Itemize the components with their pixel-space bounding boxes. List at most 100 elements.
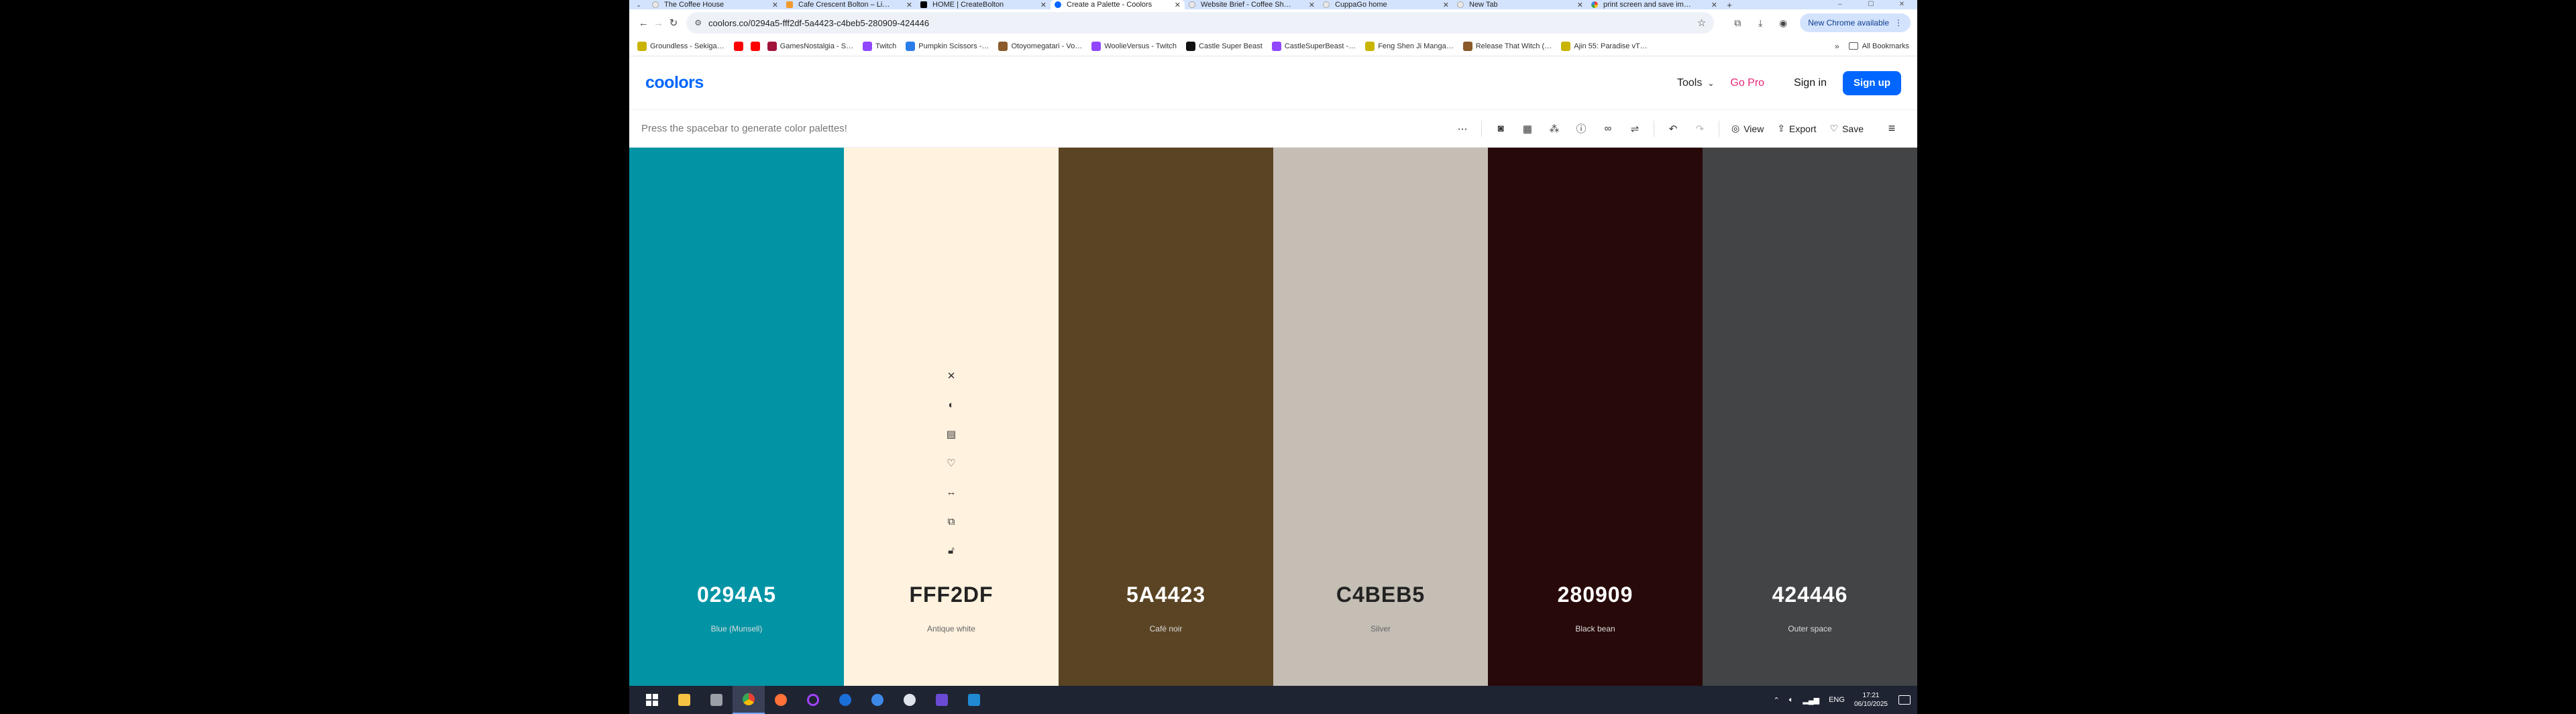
remove-color-icon[interactable]: ✕ — [947, 361, 956, 391]
profile-icon[interactable]: ◉ — [1772, 17, 1794, 29]
settings-sliders-icon[interactable]: ⇌ — [1621, 118, 1648, 140]
new-tab-button[interactable]: + — [1721, 0, 1737, 10]
color-hex-code[interactable]: 5A4423 — [1059, 582, 1273, 607]
color-name[interactable]: Silver — [1273, 624, 1488, 633]
redo-icon[interactable]: ↷ — [1686, 118, 1713, 140]
color-hex-code[interactable]: 280909 — [1488, 582, 1703, 607]
close-tab-icon[interactable]: ✕ — [1577, 1, 1583, 9]
browser-tab[interactable]: Cafe Crescent Bolton – Li… ✕ — [782, 0, 916, 9]
color-name[interactable]: Outer space — [1703, 624, 1917, 633]
browser-tab[interactable]: print screen and save im… ✕ — [1587, 0, 1721, 9]
bookmark-item[interactable]: Pumpkin Scissors -… — [906, 41, 989, 51]
color-name[interactable]: Black bean — [1488, 624, 1703, 633]
network-icon[interactable]: ▂▄▆ — [1803, 696, 1819, 705]
url-text[interactable]: coolors.co/0294a5-fff2df-5a4423-c4beb5-2… — [708, 18, 1697, 28]
close-tab-icon[interactable]: ✕ — [1711, 1, 1717, 9]
save-button[interactable]: ♡ Save — [1823, 118, 1870, 140]
more-menu-icon[interactable]: ⋮ — [1894, 18, 1902, 28]
undo-icon[interactable]: ↶ — [1660, 118, 1686, 140]
app-icon[interactable] — [700, 686, 733, 714]
shades-icon[interactable]: ▤ — [947, 419, 956, 449]
color-hex-code[interactable]: 0294A5 — [629, 582, 844, 607]
export-button[interactable]: ⇪ Export — [1770, 118, 1823, 140]
bookmark-item[interactable]: Otoyomegatari - Vo… — [998, 41, 1082, 51]
favorite-heart-icon[interactable]: ♡ — [947, 449, 955, 478]
volume-icon[interactable]: 🔈︎ — [1789, 696, 1794, 705]
close-window-icon[interactable]: ✕ — [1886, 0, 1917, 9]
maximize-icon[interactable]: ☐ — [1856, 0, 1886, 9]
browser-tab[interactable]: CuppaGo home ✕ — [1319, 0, 1453, 9]
color-swatch[interactable]: ✕ ◐ ▤ ♡ ↔ ⧉ 🔓︎ FFF2DF Antique white — [844, 148, 1059, 686]
close-tab-icon[interactable]: ✕ — [1175, 1, 1181, 9]
close-tab-icon[interactable]: ✕ — [1309, 1, 1315, 9]
more-bookmarks-icon[interactable]: » — [1835, 42, 1839, 51]
bookmark-item[interactable] — [750, 41, 763, 51]
close-tab-icon[interactable]: ✕ — [1040, 1, 1046, 9]
grid-icon[interactable]: ▦ — [1514, 118, 1541, 140]
sign-in-link[interactable]: Sign in — [1794, 77, 1827, 89]
bookmark-item[interactable]: Ajin 55: Paradise vT… — [1561, 41, 1648, 51]
browser-tab[interactable]: Website Brief - Coffee Sh… ✕ — [1185, 0, 1319, 9]
bookmark-item[interactable] — [733, 41, 747, 51]
vscode-icon[interactable] — [958, 686, 990, 714]
start-button[interactable] — [636, 686, 668, 714]
color-swatch[interactable]: 5A4423 Café noir — [1059, 148, 1273, 686]
chrome-update-button[interactable]: New Chrome available ⋮ — [1800, 13, 1911, 32]
sign-up-button[interactable]: Sign up — [1843, 70, 1901, 95]
opera-icon[interactable] — [797, 686, 829, 714]
minimize-icon[interactable]: – — [1825, 0, 1856, 9]
browser-tab[interactable]: Create a Palette - Coolors ✕ — [1051, 0, 1185, 9]
browser-tab[interactable]: The Coffee House ✕ — [648, 0, 782, 9]
bookmark-item[interactable]: Groundless - Sekiga… — [637, 41, 724, 51]
file-explorer-icon[interactable] — [668, 686, 700, 714]
lock-icon[interactable]: 🔓︎ — [948, 536, 955, 566]
view-button[interactable]: ◎ View — [1725, 118, 1770, 140]
clock[interactable]: 17:21 06/10/2025 — [1854, 691, 1888, 709]
address-bar[interactable]: ⚙ coolors.co/0294a5-fff2df-5a4423-c4beb5… — [686, 12, 1715, 34]
tray-chevron-icon[interactable]: ⌃ — [1774, 696, 1780, 705]
notifications-icon[interactable] — [1898, 695, 1911, 705]
bookmark-star-icon[interactable]: ☆ — [1697, 17, 1706, 29]
color-name[interactable]: Café noir — [1059, 624, 1273, 633]
browser-tab[interactable]: HOME | CreateBolton ✕ — [916, 0, 1051, 9]
bookmark-item[interactable]: WoolieVersus - Twitch — [1091, 41, 1177, 51]
firefox-icon[interactable] — [765, 686, 797, 714]
copy-hex-icon[interactable]: ⧉ — [948, 507, 955, 537]
camera-icon[interactable]: ◙ — [1487, 118, 1514, 140]
chrome-icon[interactable] — [733, 686, 765, 714]
coolors-logo[interactable]: coolors — [645, 73, 704, 93]
reload-icon[interactable]: ↻ — [666, 12, 681, 34]
steam-icon[interactable] — [829, 686, 861, 714]
downloads-icon[interactable]: ⤓ — [1749, 17, 1772, 29]
color-name[interactable]: Antique white — [844, 624, 1059, 633]
tools-menu-button[interactable]: Tools ⌄ — [1677, 77, 1714, 89]
more-options-icon[interactable]: ⋯ — [1449, 118, 1476, 140]
bookmark-item[interactable]: Twitch — [863, 41, 896, 51]
bookmark-item[interactable]: Feng Shen Ji Manga… — [1365, 41, 1454, 51]
close-tab-icon[interactable]: ✕ — [906, 1, 912, 9]
bookmark-item[interactable]: GamesNostalgia - S… — [767, 41, 853, 51]
app-icon-2[interactable] — [926, 686, 958, 714]
color-swatch[interactable]: 0294A5 Blue (Munsell) — [629, 148, 844, 686]
glasses-icon[interactable]: ∞ — [1595, 118, 1621, 140]
contrast-icon[interactable]: ◐ — [948, 391, 954, 420]
bookmark-item[interactable]: Castle Super Beast — [1186, 41, 1263, 51]
color-hex-code[interactable]: FFF2DF — [844, 582, 1059, 607]
color-swatch[interactable]: C4BEB5 Silver — [1273, 148, 1488, 686]
bookmark-item[interactable]: Release That Witch (… — [1462, 41, 1552, 51]
info-icon[interactable]: ⓘ — [1568, 118, 1595, 140]
site-info-icon[interactable]: ⚙ — [694, 18, 702, 28]
back-icon[interactable]: ← — [636, 12, 651, 34]
color-swatch[interactable]: 280909 Black bean — [1488, 148, 1703, 686]
color-hex-code[interactable]: 424446 — [1703, 582, 1917, 607]
close-tab-icon[interactable]: ✕ — [1443, 1, 1449, 9]
extensions-icon[interactable]: ⧉ — [1726, 17, 1749, 29]
go-pro-link[interactable]: Go Pro — [1730, 77, 1764, 89]
forward-icon[interactable]: → — [651, 12, 665, 34]
color-name[interactable]: Blue (Munsell) — [629, 624, 844, 633]
settings-gear-icon[interactable] — [894, 686, 926, 714]
browser-tab[interactable]: New Tab ✕ — [1453, 0, 1587, 9]
color-swatch[interactable]: 424446 Outer space — [1703, 148, 1917, 686]
color-hex-code[interactable]: C4BEB5 — [1273, 582, 1488, 607]
tab-search-icon[interactable]: ⌄ — [629, 0, 648, 9]
